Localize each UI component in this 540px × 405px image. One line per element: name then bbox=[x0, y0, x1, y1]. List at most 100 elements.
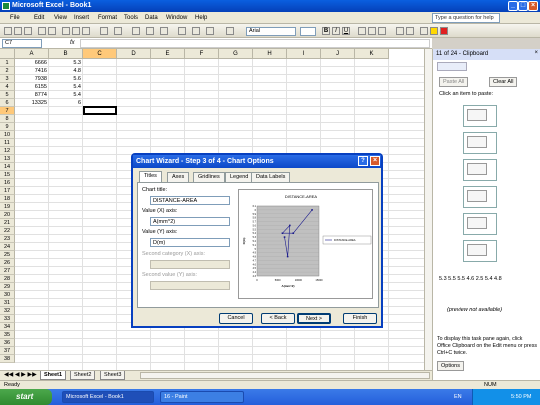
tab-axes[interactable]: Axes bbox=[167, 172, 190, 182]
x-axis-input[interactable]: A(mm^2) bbox=[150, 217, 230, 226]
currency-icon[interactable] bbox=[396, 27, 404, 35]
underline-icon[interactable]: U bbox=[342, 27, 350, 35]
cell-b[interactable]: 5.4 bbox=[49, 91, 83, 99]
row-header[interactable]: 32 bbox=[0, 307, 15, 315]
finish-button[interactable]: Finish bbox=[343, 313, 377, 324]
tab-legend[interactable]: Legend bbox=[225, 172, 254, 182]
column-header[interactable]: H bbox=[253, 49, 287, 59]
y-axis-input[interactable]: D(m) bbox=[150, 238, 230, 247]
cut-icon[interactable] bbox=[62, 27, 70, 35]
row-header[interactable]: 34 bbox=[0, 323, 15, 331]
clipboard-item[interactable] bbox=[463, 240, 497, 262]
column-header[interactable]: A bbox=[15, 49, 49, 59]
row-header[interactable]: 18 bbox=[0, 195, 15, 203]
minimize-button[interactable]: _ bbox=[508, 1, 518, 11]
row-header[interactable]: 2 bbox=[0, 67, 15, 75]
cell-a[interactable]: 6666 bbox=[15, 59, 49, 67]
cell-b[interactable]: 5.6 bbox=[49, 75, 83, 83]
maximize-button[interactable]: □ bbox=[518, 1, 528, 11]
tab-titles[interactable]: Titles bbox=[139, 171, 162, 182]
cancel-button[interactable]: Cancel bbox=[219, 313, 253, 324]
tab-sheet1[interactable]: Sheet1 bbox=[40, 371, 67, 380]
row-header[interactable]: 16 bbox=[0, 179, 15, 187]
help-icon[interactable] bbox=[226, 27, 234, 35]
row-header[interactable]: 25 bbox=[0, 251, 15, 259]
row-header[interactable]: 6 bbox=[0, 99, 15, 107]
vertical-scrollbar[interactable] bbox=[424, 49, 432, 370]
bold-icon[interactable]: B bbox=[322, 27, 330, 35]
row-header[interactable]: 23 bbox=[0, 235, 15, 243]
font-select[interactable]: Arial bbox=[246, 27, 296, 36]
language-indicator[interactable]: EN bbox=[454, 394, 462, 400]
column-header[interactable]: D bbox=[117, 49, 151, 59]
tab-scroll-arrows[interactable]: ◀◀ ◀ ▶ ▶▶ bbox=[4, 371, 37, 378]
menu-tools[interactable]: Tools bbox=[124, 15, 138, 21]
cell-b[interactable]: 4.8 bbox=[49, 67, 83, 75]
print-icon[interactable] bbox=[38, 27, 46, 35]
row-header[interactable]: 8 bbox=[0, 115, 15, 123]
row-header[interactable]: 22 bbox=[0, 227, 15, 235]
menu-view[interactable]: View bbox=[54, 15, 67, 21]
row-header[interactable]: 11 bbox=[0, 139, 15, 147]
row-header[interactable]: 31 bbox=[0, 299, 15, 307]
menu-help[interactable]: Help bbox=[195, 15, 207, 21]
row-header[interactable]: 10 bbox=[0, 131, 15, 139]
chart-title-input[interactable]: DISTANCE-AREA bbox=[150, 196, 230, 205]
name-box[interactable]: C7 bbox=[2, 39, 42, 48]
menu-insert[interactable]: Insert bbox=[74, 15, 89, 21]
task-excel[interactable]: Microsoft Excel - Book1 bbox=[62, 391, 154, 403]
borders-icon[interactable] bbox=[420, 27, 428, 35]
ask-question-input[interactable]: Type a question for help bbox=[432, 13, 500, 23]
sort-icon[interactable] bbox=[160, 27, 168, 35]
row-header[interactable]: 37 bbox=[0, 347, 15, 355]
clipboard-item[interactable] bbox=[463, 159, 497, 181]
cell-b[interactable]: 6 bbox=[49, 99, 83, 107]
cell-a[interactable]: 6155 bbox=[15, 83, 49, 91]
clipboard-text-item[interactable]: 5.3 5.5 5.5 4.6 2.5 5.4 4.8 bbox=[439, 276, 537, 282]
menu-file[interactable]: File bbox=[10, 15, 20, 21]
paste-icon[interactable] bbox=[82, 27, 90, 35]
row-header[interactable]: 38 bbox=[0, 355, 15, 363]
dialog-help-button[interactable]: ? bbox=[358, 156, 368, 166]
row-header[interactable]: 36 bbox=[0, 339, 15, 347]
align-right-icon[interactable] bbox=[378, 27, 386, 35]
column-header[interactable]: G bbox=[219, 49, 253, 59]
column-header[interactable]: E bbox=[151, 49, 185, 59]
next-button[interactable]: Next > bbox=[297, 313, 331, 324]
row-header[interactable]: 28 bbox=[0, 275, 15, 283]
font-color-icon[interactable] bbox=[440, 27, 448, 35]
cell-b[interactable]: 5.3 bbox=[49, 59, 83, 67]
clipboard-item[interactable] bbox=[463, 105, 497, 127]
align-left-icon[interactable] bbox=[358, 27, 366, 35]
menu-data[interactable]: Data bbox=[145, 15, 158, 21]
cell-b[interactable]: 5.4 bbox=[49, 83, 83, 91]
percent-icon[interactable] bbox=[406, 27, 414, 35]
fill-color-icon[interactable] bbox=[430, 27, 438, 35]
row-header[interactable]: 1 bbox=[0, 59, 15, 67]
row-header[interactable]: 24 bbox=[0, 243, 15, 251]
row-header[interactable]: 14 bbox=[0, 163, 15, 171]
clear-all-button[interactable]: Clear All bbox=[489, 77, 518, 87]
row-header[interactable]: 21 bbox=[0, 219, 15, 227]
row-header[interactable]: 5 bbox=[0, 91, 15, 99]
horizontal-scrollbar[interactable] bbox=[140, 372, 430, 379]
clipboard-item[interactable] bbox=[463, 132, 497, 154]
column-header[interactable]: I bbox=[287, 49, 321, 59]
column-header[interactable]: C bbox=[83, 49, 117, 59]
column-header[interactable]: K bbox=[355, 49, 389, 59]
row-header[interactable]: 33 bbox=[0, 315, 15, 323]
menu-format[interactable]: Format bbox=[98, 15, 117, 21]
pane-nav-icons[interactable] bbox=[437, 62, 467, 71]
new-icon[interactable] bbox=[4, 27, 12, 35]
align-center-icon[interactable] bbox=[368, 27, 376, 35]
drawing-icon[interactable] bbox=[192, 27, 200, 35]
column-header[interactable]: B bbox=[49, 49, 83, 59]
copy-icon[interactable] bbox=[72, 27, 80, 35]
cell-a[interactable]: 7938 bbox=[15, 75, 49, 83]
row-header[interactable]: 19 bbox=[0, 203, 15, 211]
hyperlink-icon[interactable] bbox=[132, 27, 140, 35]
row-header[interactable]: 26 bbox=[0, 259, 15, 267]
row-header[interactable]: 29 bbox=[0, 283, 15, 291]
cell-a[interactable]: 7416 bbox=[15, 67, 49, 75]
row-header[interactable]: 30 bbox=[0, 291, 15, 299]
